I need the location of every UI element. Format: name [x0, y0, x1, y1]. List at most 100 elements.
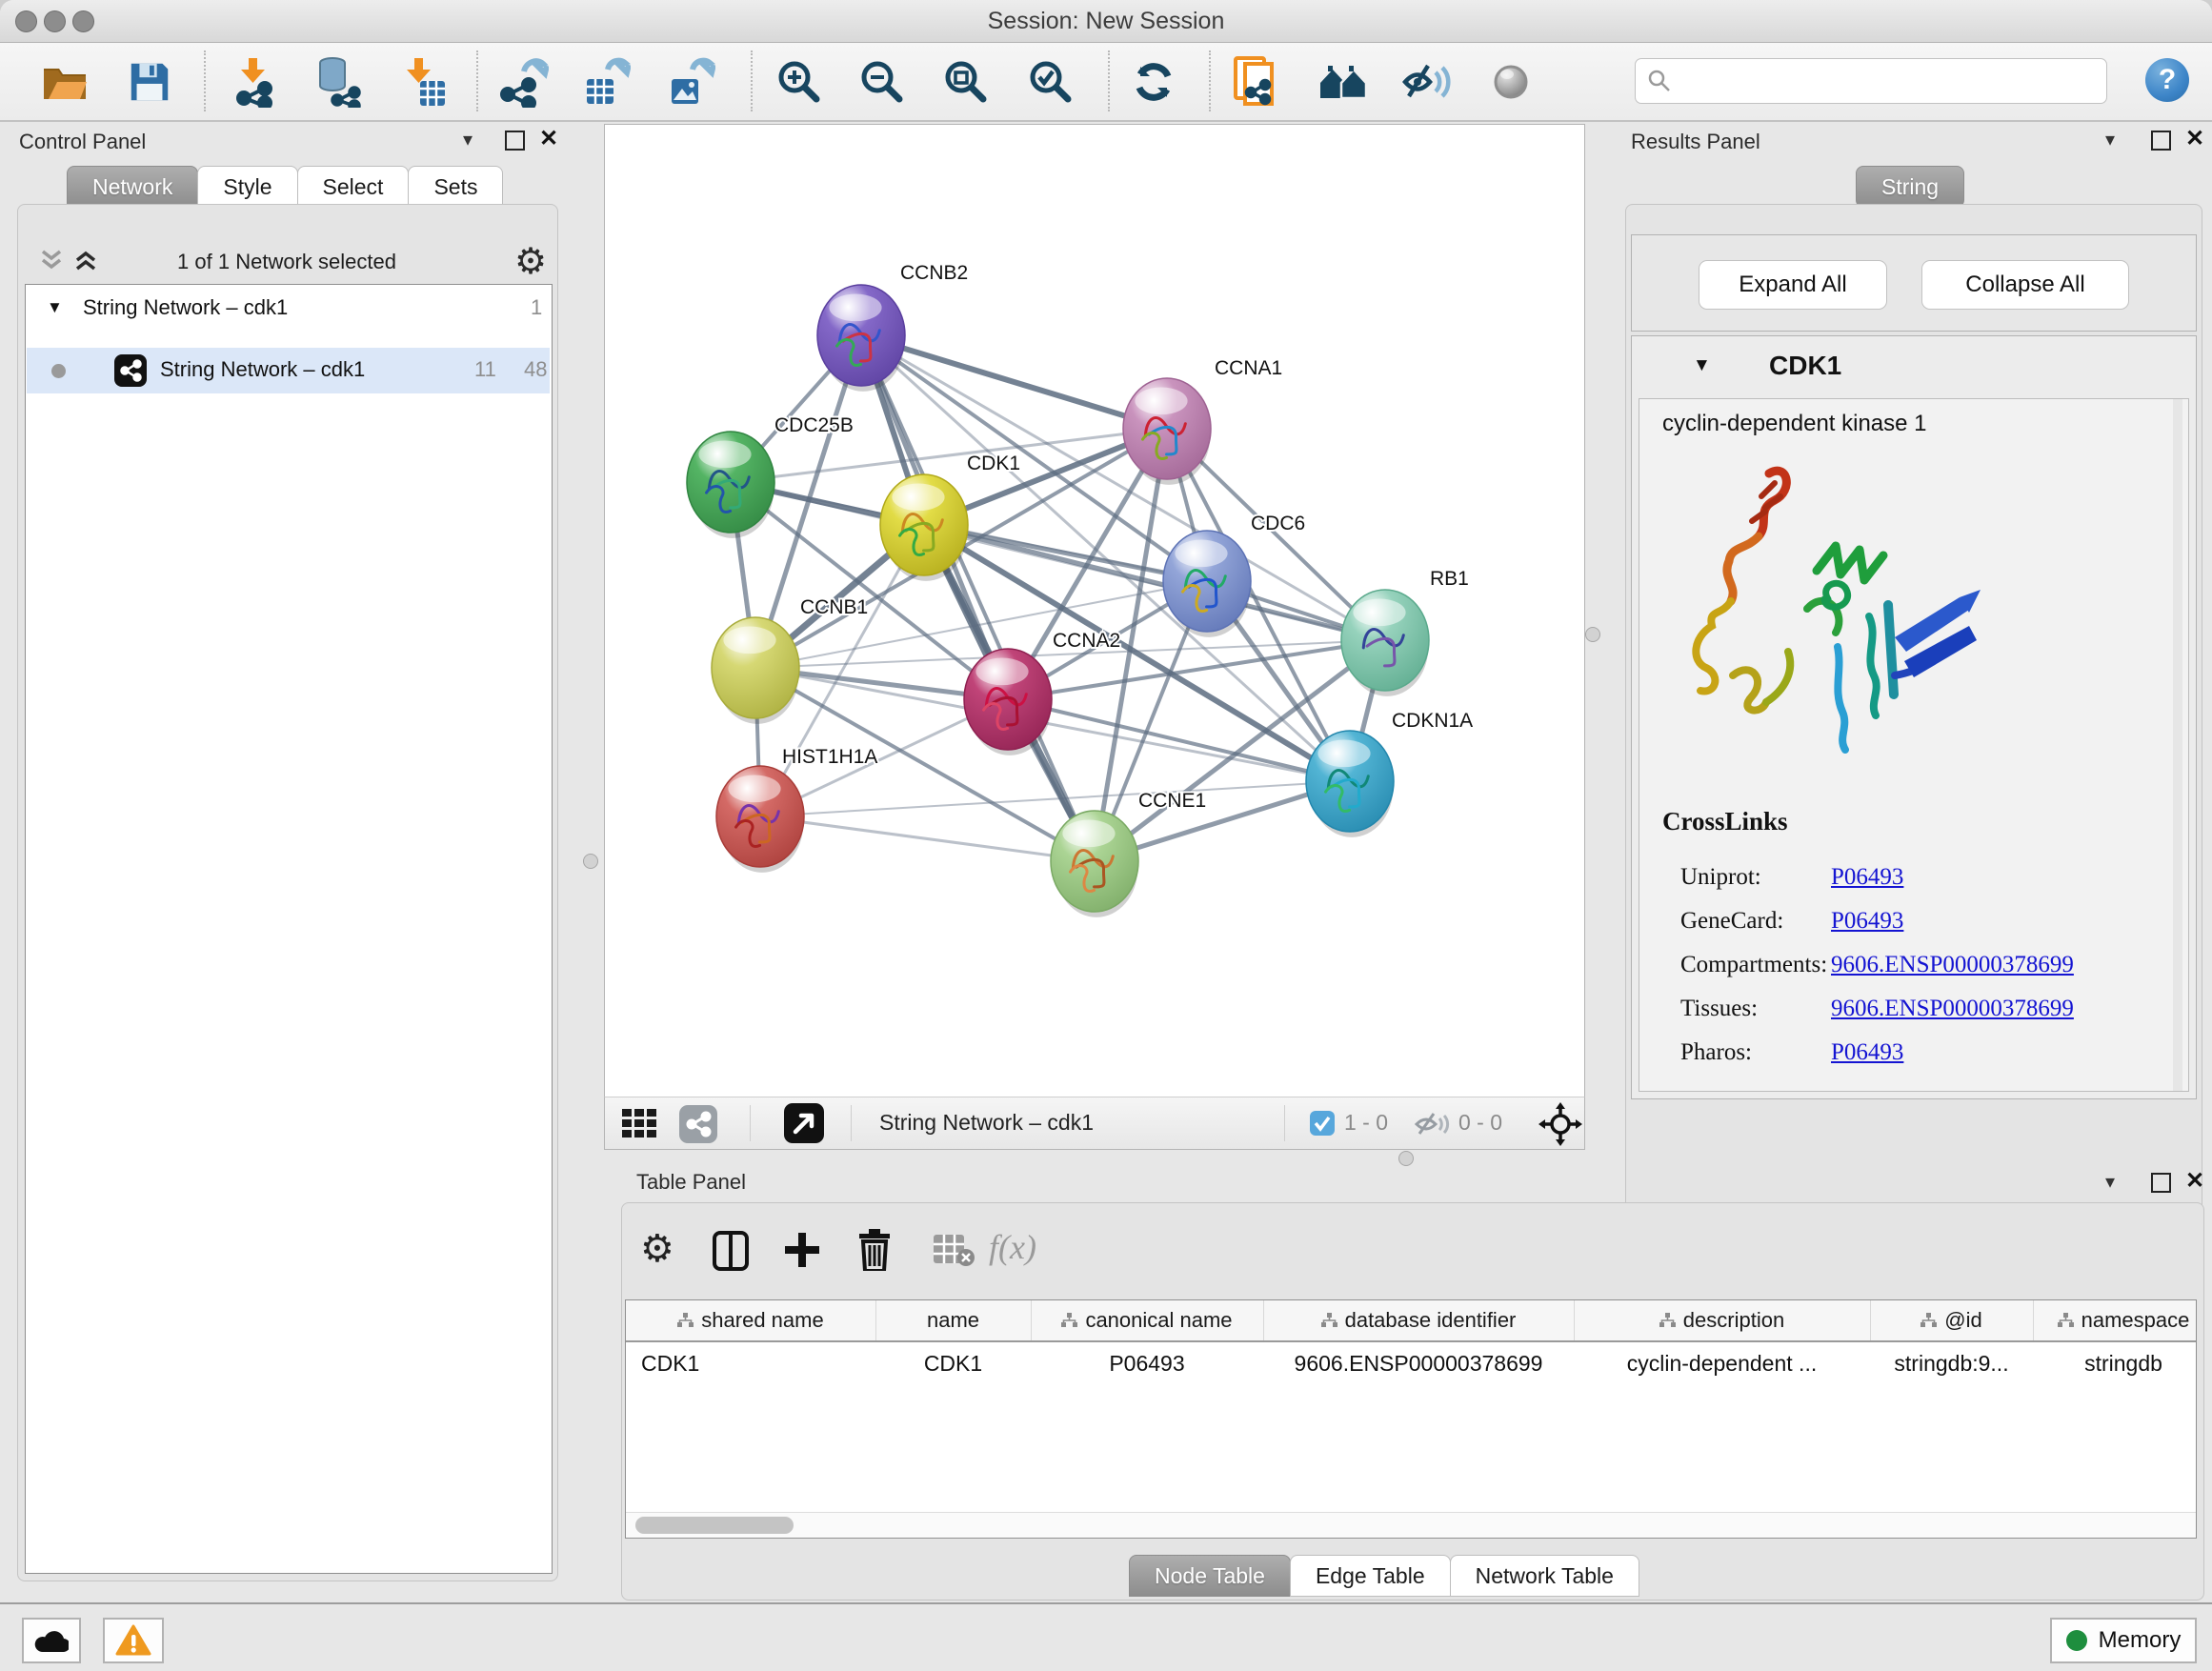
help-button[interactable]: ? — [2145, 58, 2189, 102]
table-settings-gear-icon[interactable]: ⚙ — [640, 1227, 674, 1271]
control-panel-float-icon[interactable] — [505, 131, 525, 151]
cloud-button[interactable] — [22, 1618, 81, 1663]
import-table-button[interactable] — [396, 54, 450, 110]
zoom-fit-button[interactable] — [938, 54, 992, 110]
import-network-file-button[interactable] — [229, 54, 282, 110]
column-header-shared-name[interactable]: shared name — [626, 1300, 876, 1340]
network-node-CCNB2[interactable] — [817, 285, 905, 392]
column-header-@id[interactable]: @id — [1870, 1300, 2034, 1340]
hide-selected-button[interactable] — [1399, 54, 1453, 110]
zoom-out-button[interactable] — [855, 54, 908, 110]
show-all-button[interactable] — [1484, 54, 1538, 110]
expand-all-button[interactable]: Expand All — [1699, 260, 1887, 310]
search-field[interactable] — [1635, 58, 2107, 104]
results-panel-menu-caret[interactable]: ▾ — [2105, 128, 2115, 151]
network-edge[interactable] — [861, 335, 1095, 861]
tab-node-table[interactable]: Node Table — [1129, 1555, 1291, 1597]
network-node-CCNA1[interactable] — [1123, 378, 1211, 485]
crosslink-link[interactable]: 9606.ENSP00000378699 — [1831, 952, 2074, 978]
gene-name[interactable]: CDK1 — [1769, 351, 1841, 381]
control-panel-close-icon[interactable]: ✕ — [539, 125, 558, 152]
control-panel-menu-caret[interactable]: ▾ — [463, 128, 473, 151]
network-node-HIST1H1A[interactable] — [716, 766, 804, 873]
crosslink-link[interactable]: P06493 — [1831, 1039, 1903, 1066]
right-splitter-handle[interactable] — [1585, 627, 1600, 642]
tab-string[interactable]: String — [1856, 166, 1964, 208]
column-header-canonical-name[interactable]: canonical name — [1031, 1300, 1264, 1340]
delete-column-icon[interactable] — [857, 1229, 892, 1271]
add-column-icon[interactable] — [783, 1231, 821, 1269]
first-neighbors-button[interactable] — [1317, 54, 1370, 110]
collection-count: 1 — [531, 295, 542, 320]
network-collection-label[interactable]: String Network – cdk1 — [83, 295, 288, 320]
left-splitter-handle[interactable] — [583, 854, 598, 869]
network-tree-row-selected[interactable]: String Network – cdk1 11 48 — [27, 348, 550, 393]
table-cell[interactable]: 9606.ENSP00000378699 — [1263, 1342, 1574, 1384]
results-panel-close-icon[interactable]: ✕ — [2185, 125, 2204, 152]
crosslink-link[interactable]: P06493 — [1831, 864, 1903, 891]
table-cell[interactable]: cyclin-dependent ... — [1574, 1342, 1870, 1384]
table-horizontal-scrollbar[interactable] — [626, 1512, 2196, 1538]
table-cell[interactable]: P06493 — [1031, 1342, 1263, 1384]
network-node-CDK1[interactable] — [880, 474, 968, 581]
column-header-name[interactable]: name — [875, 1300, 1032, 1340]
network-node-CDC25B[interactable] — [687, 432, 774, 538]
results-panel-float-icon[interactable] — [2151, 131, 2171, 151]
scrollbar-thumb[interactable] — [635, 1517, 794, 1534]
new-network-from-selection-button[interactable] — [1230, 54, 1283, 110]
network-node-CDKN1A[interactable] — [1306, 731, 1394, 837]
tab-select[interactable]: Select — [297, 166, 410, 208]
network-edge[interactable] — [760, 816, 1095, 861]
grid-view-icon[interactable] — [622, 1109, 658, 1139]
bottom-splitter-handle[interactable] — [1398, 1151, 1414, 1166]
network-canvas[interactable]: CCNB2CCNA1CDC25BCDK1CDC6RB1CCNB1CCNA2CDK… — [604, 124, 1585, 1098]
birds-eye-view-icon[interactable] — [784, 1103, 824, 1143]
column-header-description[interactable]: description — [1574, 1300, 1871, 1340]
network-node-CCNA2[interactable] — [964, 649, 1052, 755]
entry-collapse-caret[interactable]: ▼ — [1693, 355, 1711, 376]
export-table-button[interactable] — [578, 54, 632, 110]
column-header-database-identifier[interactable]: database identifier — [1263, 1300, 1575, 1340]
warnings-button[interactable] — [103, 1618, 164, 1663]
table-cell[interactable]: CDK1 — [875, 1342, 1031, 1384]
network-options-gear-icon[interactable]: ⚙ — [514, 240, 547, 283]
zoom-in-button[interactable] — [772, 54, 825, 110]
save-session-button[interactable] — [123, 54, 176, 110]
network-node-RB1[interactable] — [1341, 590, 1429, 696]
show-columns-icon[interactable] — [713, 1231, 749, 1271]
table-cell[interactable]: stringdb:9... — [1870, 1342, 2033, 1384]
export-image-button[interactable] — [663, 54, 716, 110]
results-scrollbar[interactable] — [2173, 399, 2182, 1091]
fit-selected-crosshair-icon[interactable] — [1538, 1102, 1582, 1146]
tab-style[interactable]: Style — [197, 166, 297, 208]
open-session-button[interactable] — [38, 54, 91, 110]
export-network-button[interactable] — [496, 54, 550, 110]
selected-checkbox-icon[interactable] — [1310, 1111, 1335, 1136]
network-graph[interactable]: CCNB2CCNA1CDC25BCDK1CDC6RB1CCNB1CCNA2CDK… — [605, 125, 1584, 1097]
tab-sets[interactable]: Sets — [408, 166, 503, 208]
tab-network[interactable]: Network — [67, 166, 198, 208]
column-header-namespace[interactable]: namespace — [2033, 1300, 2197, 1340]
refresh-button[interactable] — [1127, 54, 1180, 110]
network-view-share-icon[interactable] — [679, 1105, 717, 1143]
import-network-database-button[interactable] — [311, 54, 364, 110]
table-cell[interactable]: stringdb — [2033, 1342, 2197, 1384]
network-label[interactable]: String Network – cdk1 — [160, 357, 365, 382]
network-status-dot — [51, 364, 66, 378]
crosslink-link[interactable]: 9606.ENSP00000378699 — [1831, 996, 2074, 1022]
collapse-all-button[interactable]: Collapse All — [1921, 260, 2129, 310]
search-input[interactable] — [1679, 63, 2099, 99]
tree-collapse-caret[interactable]: ▼ — [47, 298, 63, 317]
network-edge[interactable] — [861, 335, 1167, 429]
network-node-CCNB1[interactable] — [712, 617, 799, 724]
zoom-selected-button[interactable] — [1023, 54, 1076, 110]
table-panel-close-icon[interactable]: ✕ — [2185, 1167, 2204, 1195]
tab-edge-table[interactable]: Edge Table — [1290, 1555, 1451, 1597]
network-node-CCNE1[interactable] — [1051, 811, 1138, 917]
table-panel-float-icon[interactable] — [2151, 1173, 2171, 1193]
table-panel-menu-caret[interactable]: ▾ — [2105, 1170, 2115, 1194]
crosslink-link[interactable]: P06493 — [1831, 908, 1903, 935]
table-cell[interactable]: CDK1 — [626, 1342, 891, 1384]
tab-network-table[interactable]: Network Table — [1450, 1555, 1639, 1597]
memory-button[interactable]: Memory — [2050, 1618, 2197, 1663]
